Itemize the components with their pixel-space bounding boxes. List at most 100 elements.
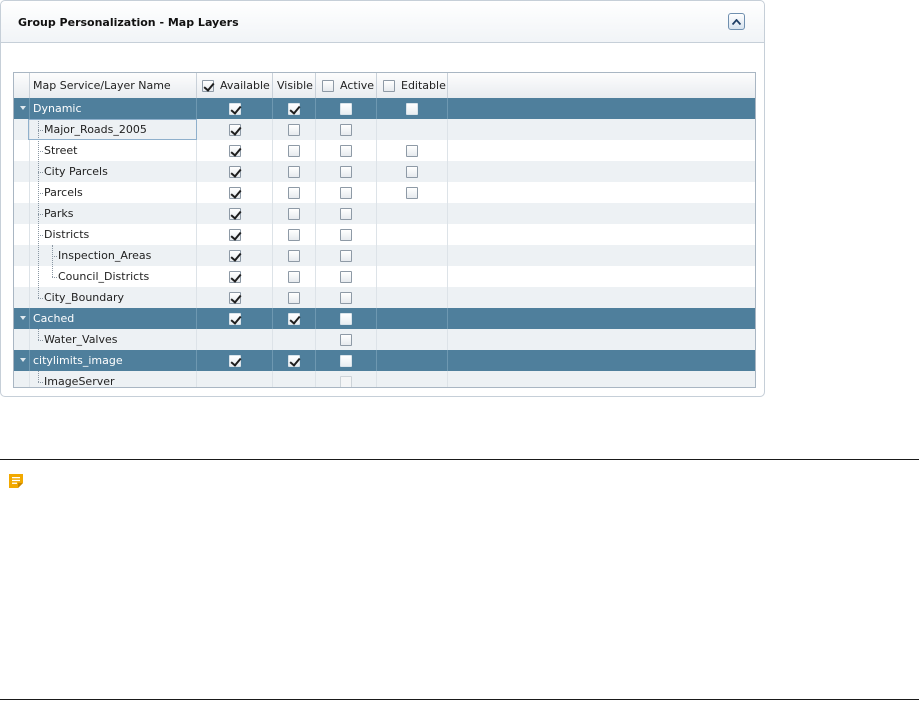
tree-line xyxy=(38,119,39,298)
tree-line xyxy=(52,277,57,278)
column-header-active[interactable]: Active xyxy=(316,73,377,98)
active-cell xyxy=(316,182,377,203)
active-cell xyxy=(316,350,377,371)
column-header-editable-label: Editable xyxy=(401,79,446,92)
active-checkbox[interactable] xyxy=(340,333,352,346)
visible-checkbox[interactable] xyxy=(288,123,300,136)
available-checkbox[interactable] xyxy=(228,186,241,199)
column-header-available[interactable]: Available xyxy=(197,73,273,98)
table-row[interactable]: ImageServer xyxy=(14,371,755,387)
visible-checkbox[interactable] xyxy=(288,207,300,220)
available-checkbox[interactable] xyxy=(228,270,241,283)
visible-checkbox[interactable] xyxy=(288,144,300,157)
expand-triangle-icon[interactable] xyxy=(20,106,26,110)
layer-name-cell: Parcels xyxy=(30,182,197,203)
active-checkbox[interactable] xyxy=(340,165,352,178)
available-checkbox[interactable] xyxy=(228,354,241,367)
map-layers-panel: Group Personalization - Map Layers Map S… xyxy=(0,0,765,397)
active-checkbox[interactable] xyxy=(340,102,352,115)
visible-checkbox[interactable] xyxy=(288,249,300,262)
layer-name: Inspection_Areas xyxy=(58,249,152,262)
active-checkbox[interactable] xyxy=(340,228,352,241)
available-checkbox[interactable] xyxy=(228,207,241,220)
column-header-name[interactable]: Map Service/Layer Name xyxy=(30,73,197,98)
layer-name-cell: Cached xyxy=(30,308,197,329)
visible-checkbox[interactable] xyxy=(288,165,300,178)
filler-cell xyxy=(448,98,755,119)
active-cell xyxy=(316,329,377,350)
available-checkbox[interactable] xyxy=(228,291,241,304)
editable-cell xyxy=(377,329,448,350)
available-checkbox[interactable] xyxy=(228,123,241,136)
available-checkbox[interactable] xyxy=(228,228,241,241)
editable-cell xyxy=(377,119,448,140)
table-row[interactable]: Inspection_Areas xyxy=(14,245,755,266)
editable-cell xyxy=(377,308,448,329)
visible-checkbox[interactable] xyxy=(288,291,300,304)
active-checkbox[interactable] xyxy=(340,291,352,304)
note-top-rule xyxy=(0,459,919,460)
panel-title: Group Personalization - Map Layers xyxy=(18,16,239,29)
table-row[interactable]: Water_Valves xyxy=(14,329,755,350)
filler-cell xyxy=(448,308,755,329)
active-checkbox[interactable] xyxy=(340,186,352,199)
header-active-checkbox[interactable] xyxy=(322,79,334,92)
active-checkbox[interactable] xyxy=(340,354,352,367)
active-cell xyxy=(316,140,377,161)
table-row[interactable]: Parks xyxy=(14,203,755,224)
table-row[interactable]: City_Boundary xyxy=(14,287,755,308)
row-spacer xyxy=(14,140,30,161)
layer-name-cell: Street xyxy=(30,140,197,161)
table-row[interactable]: Districts xyxy=(14,224,755,245)
active-checkbox[interactable] xyxy=(340,207,352,220)
header-available-checkbox[interactable] xyxy=(202,79,214,92)
tree-line xyxy=(38,340,43,341)
available-checkbox[interactable] xyxy=(228,165,241,178)
active-checkbox[interactable] xyxy=(340,144,352,157)
available-checkbox[interactable] xyxy=(228,312,241,325)
column-header-visible-label: Visible xyxy=(277,79,313,92)
visible-checkbox[interactable] xyxy=(288,186,300,199)
group-row[interactable]: citylimits_image xyxy=(14,350,755,371)
column-header-visible[interactable]: Visible xyxy=(273,73,316,98)
visible-checkbox[interactable] xyxy=(288,312,300,325)
visible-checkbox[interactable] xyxy=(288,102,300,115)
available-checkbox[interactable] xyxy=(228,144,241,157)
layers-grid: Map Service/Layer Name Available Visible… xyxy=(13,72,756,388)
active-checkbox[interactable] xyxy=(340,123,352,136)
editable-checkbox[interactable] xyxy=(406,165,418,178)
editable-checkbox[interactable] xyxy=(406,144,418,157)
visible-checkbox[interactable] xyxy=(288,354,300,367)
expand-triangle-icon[interactable] xyxy=(20,316,26,320)
group-row[interactable]: Cached xyxy=(14,308,755,329)
visible-checkbox[interactable] xyxy=(288,270,300,283)
group-row[interactable]: Dynamic xyxy=(14,98,755,119)
row-spacer xyxy=(14,308,30,329)
editable-checkbox[interactable] xyxy=(406,102,418,115)
table-row[interactable]: Street xyxy=(14,140,755,161)
row-spacer xyxy=(14,350,30,371)
active-checkbox[interactable] xyxy=(340,270,352,283)
available-cell xyxy=(197,98,273,119)
header-editable-checkbox[interactable] xyxy=(383,79,395,92)
visible-checkbox[interactable] xyxy=(288,228,300,241)
available-checkbox[interactable] xyxy=(228,249,241,262)
editable-checkbox[interactable] xyxy=(406,186,418,199)
column-header-editable[interactable]: Editable xyxy=(377,73,448,98)
row-spacer xyxy=(14,245,30,266)
active-checkbox[interactable] xyxy=(340,312,352,325)
active-checkbox[interactable] xyxy=(340,249,352,262)
expand-triangle-icon[interactable] xyxy=(20,358,26,362)
collapse-button[interactable] xyxy=(728,13,745,30)
table-row[interactable]: Council_Districts xyxy=(14,266,755,287)
available-checkbox[interactable] xyxy=(228,102,241,115)
layer-name: Cached xyxy=(33,312,75,325)
editable-cell xyxy=(377,98,448,119)
active-cell xyxy=(316,266,377,287)
table-row[interactable]: Parcels xyxy=(14,182,755,203)
filler-cell xyxy=(448,329,755,350)
table-row[interactable]: City Parcels xyxy=(14,161,755,182)
row-spacer xyxy=(14,371,30,387)
note-bottom-rule xyxy=(0,699,919,700)
available-cell xyxy=(197,371,273,387)
